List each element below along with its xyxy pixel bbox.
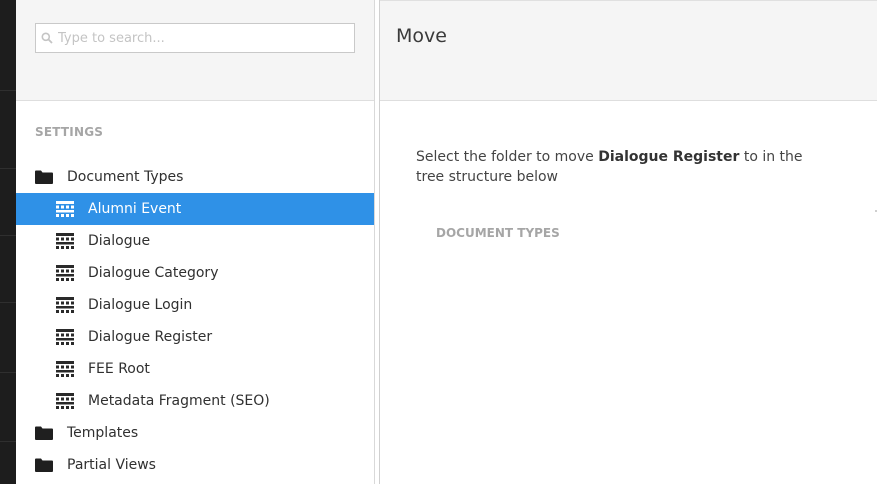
folder-icon [35, 457, 53, 473]
tree-item-document-types[interactable]: Document Types [16, 161, 374, 193]
tree-item-dialogue-category[interactable]: Dialogue Category [16, 257, 374, 289]
document-type-icon [56, 329, 74, 345]
search-box[interactable] [35, 23, 355, 53]
tree-item-dialogue-register[interactable]: Dialogue Register [16, 321, 374, 353]
settings-tree: Document Types Alumni Event Dialogue Dia… [16, 161, 374, 481]
tree-item-label: Alumni Event [88, 201, 182, 217]
document-type-icon [56, 393, 74, 409]
tree-item-dialogue[interactable]: Dialogue [16, 225, 374, 257]
tree-item-label: FEE Root [88, 361, 150, 377]
document-type-icon [56, 233, 74, 249]
tree-item-alumni-event[interactable]: Alumni Event [16, 193, 374, 225]
tree-item-label: Document Types [67, 169, 184, 185]
tree-item-templates[interactable]: Templates [16, 417, 374, 449]
tree-item-label: Partial Views [67, 457, 156, 473]
tree-panel: SETTINGS Document Types Alumni Event Dia… [16, 0, 375, 484]
search-icon [36, 32, 58, 44]
tree-item-label: Dialogue Login [88, 297, 193, 313]
search-input[interactable] [58, 30, 348, 46]
document-type-icon [56, 297, 74, 313]
app-chrome-edge [0, 0, 16, 484]
tree-item-label: Metadata Fragment (SEO) [88, 393, 270, 409]
tree-header [16, 0, 374, 101]
tree-item-partial-views[interactable]: Partial Views [16, 449, 374, 481]
tree-item-fee-root[interactable]: FEE Root [16, 353, 374, 385]
instruction-text-before: Select the folder to move [416, 149, 599, 165]
dialog-header: Move [380, 0, 877, 101]
dialog-title: Move [396, 25, 447, 47]
tree-item-label: Templates [67, 425, 139, 441]
tree-item-label: Dialogue [88, 233, 151, 249]
document-type-icon [56, 201, 74, 217]
destination-tree-root[interactable]: DOCUMENT TYPES [436, 226, 841, 240]
folder-icon [35, 169, 53, 185]
document-type-icon [56, 265, 74, 281]
folder-icon [35, 425, 53, 441]
tree-item-label: Dialogue Category [88, 265, 219, 281]
move-dialog: Move Select the folder to move Dialogue … [379, 0, 877, 484]
move-instruction: Select the folder to move Dialogue Regis… [416, 147, 816, 187]
instruction-item-name: Dialogue Register [598, 149, 740, 165]
document-type-icon [56, 361, 74, 377]
tree-item-label: Dialogue Register [88, 329, 213, 345]
tree-item-metadata-fragment-seo[interactable]: Metadata Fragment (SEO) [16, 385, 374, 417]
dialog-body: Select the folder to move Dialogue Regis… [380, 101, 877, 240]
settings-section-label: SETTINGS [35, 125, 104, 139]
tree-item-dialogue-login[interactable]: Dialogue Login [16, 289, 374, 321]
